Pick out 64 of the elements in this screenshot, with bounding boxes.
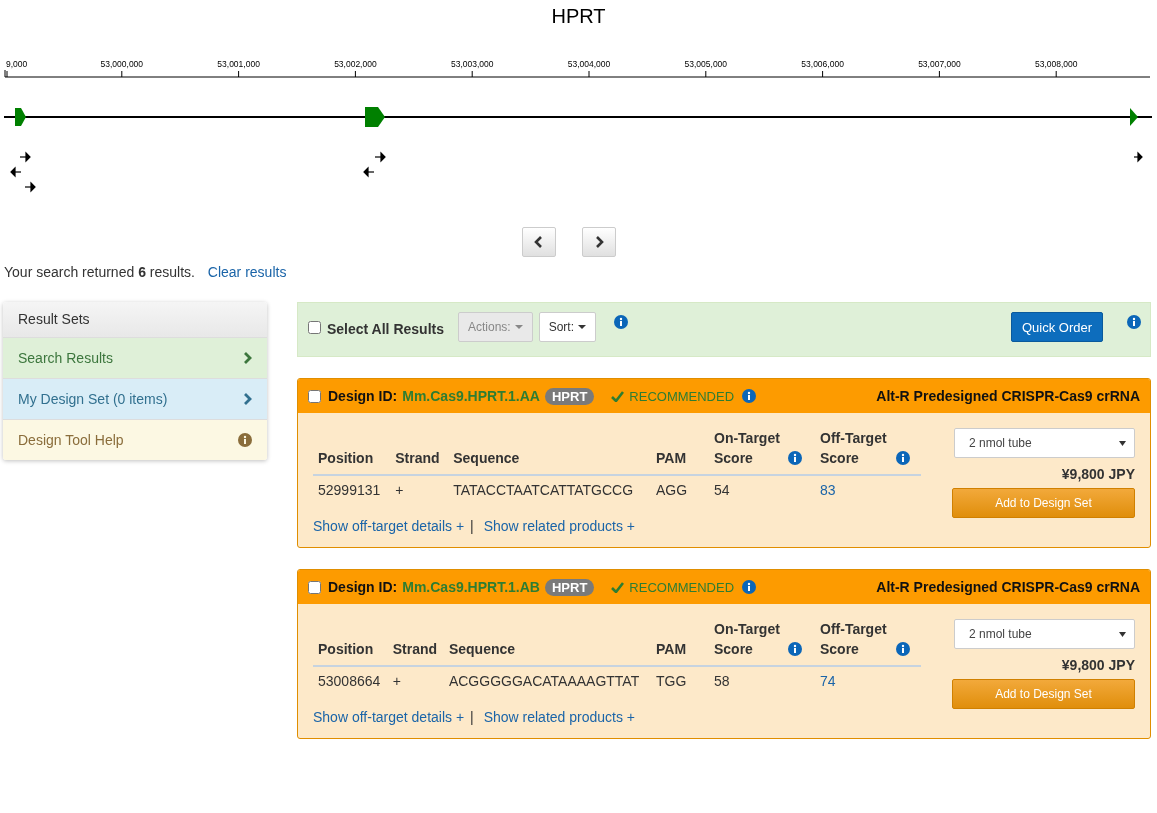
design-id: Mm.Cas9.HPRT.1.AA	[402, 388, 540, 404]
column-header: Sequence	[453, 449, 520, 468]
axis-label: 53,005,000	[684, 59, 728, 69]
axis-label: 53,000,000	[100, 59, 144, 69]
link-separator: |	[470, 518, 474, 534]
column-header: PAM	[656, 640, 687, 659]
gene-badge: HPRT	[544, 387, 595, 405]
sidebar-header: Result Sets	[3, 302, 267, 338]
off-target-score-link[interactable]: 74	[820, 673, 836, 689]
table-cell: 52999131	[318, 482, 381, 498]
details-link[interactable]: Show related products +	[483, 709, 635, 725]
table-cell: 58	[714, 673, 730, 689]
chart-title: HPRT	[550, 4, 607, 29]
off-target-score-link[interactable]: 83	[820, 482, 836, 498]
axis-label: 53,001,000	[217, 59, 260, 69]
price: ¥9,800 JPY	[1061, 657, 1135, 673]
recommended-label: RECOMMENDED	[629, 579, 735, 595]
recommended-label: RECOMMENDED	[629, 388, 735, 404]
column-header: Sequence	[448, 640, 516, 659]
sort-dropdown[interactable]: Sort:	[538, 312, 596, 342]
column-header: Off-Target Score	[820, 620, 888, 659]
design-id: Mm.Cas9.HPRT.1.AB	[402, 579, 540, 595]
column-header: On-Target Score	[714, 429, 781, 468]
axis-label: 9,000	[6, 59, 28, 69]
quantity-select[interactable]: 2 nmol tube	[954, 619, 1135, 649]
price: ¥9,800 JPY	[1061, 466, 1135, 482]
column-header: PAM	[656, 449, 687, 468]
results-summary: Your search returned 6 results.	[4, 264, 195, 280]
product-name: Alt-R Predesigned CRISPR-Cas9 crRNA	[876, 388, 1140, 404]
table-cell: AGG	[656, 482, 688, 498]
gene-badge: HPRT	[544, 578, 595, 596]
axis-label: 53,008,000	[1034, 59, 1078, 69]
axis-label: 53,004,000	[567, 59, 611, 69]
column-header: Position	[318, 449, 374, 468]
sidebar-item[interactable]: Search Results	[3, 338, 267, 379]
axis-label: 53,007,000	[918, 59, 961, 69]
table-cell: 53008664	[318, 673, 381, 689]
axis-label: 53,006,000	[801, 59, 844, 69]
link-separator: |	[470, 709, 474, 725]
quantity-select[interactable]: 2 nmol tube	[954, 428, 1135, 458]
sidebar-item[interactable]: Design Tool Help	[3, 420, 267, 460]
column-header: Position	[318, 640, 374, 659]
column-header: Strand	[395, 449, 440, 468]
table-cell: 54	[714, 482, 730, 498]
axis-label: 53,002,000	[334, 59, 377, 69]
design-id-label: Design ID:	[328, 579, 398, 595]
quick-order-button[interactable]: Quick Order	[1010, 312, 1103, 342]
select-all-label: Select All Results	[327, 321, 444, 337]
product-name: Alt-R Predesigned CRISPR-Cas9 crRNA	[876, 579, 1140, 595]
table-cell: TATACCTAATCATTATGCCG	[453, 482, 634, 498]
column-header: On-Target Score	[714, 620, 781, 659]
sidebar-item[interactable]: My Design Set (0 items)	[3, 379, 267, 420]
details-link[interactable]: Show related products +	[483, 518, 635, 534]
table-cell: +	[392, 673, 401, 689]
table-cell: ACGGGGGACATAAAAGTTAT	[448, 673, 640, 689]
details-link[interactable]: Show off-target details +	[313, 518, 465, 534]
column-header: Strand	[392, 640, 438, 659]
table-cell: TGG	[656, 673, 687, 689]
table-cell: +	[395, 482, 404, 498]
details-link[interactable]: Show off-target details +	[313, 709, 465, 725]
axis-label: 53,003,000	[450, 59, 494, 69]
design-id-label: Design ID:	[328, 388, 398, 404]
column-header: Off-Target Score	[820, 429, 888, 468]
clear-results-link[interactable]: Clear results	[207, 264, 287, 280]
